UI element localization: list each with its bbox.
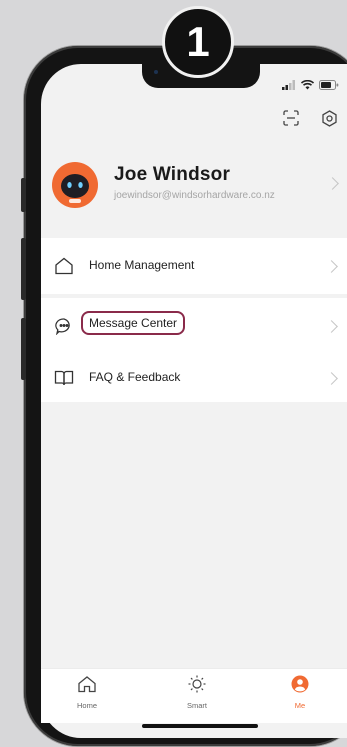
user-name: Joe Windsor bbox=[114, 164, 231, 185]
user-email: joewindsor@windsorhardware.co.nz bbox=[114, 190, 275, 201]
tab-bar: Home Smart Me bbox=[41, 668, 347, 723]
battery-icon bbox=[319, 80, 339, 90]
step-badge: 1 bbox=[162, 6, 234, 78]
menu-item-faq-feedback[interactable]: FAQ & Feedback bbox=[41, 350, 347, 406]
camera-dot bbox=[154, 70, 158, 74]
chevron-right-icon bbox=[325, 260, 338, 273]
tab-home[interactable]: Home bbox=[57, 675, 117, 710]
book-icon bbox=[54, 370, 74, 386]
home-indicator bbox=[142, 724, 258, 728]
menu-item-label: Message Center bbox=[89, 316, 178, 330]
status-bar bbox=[282, 80, 339, 90]
phone-side-button bbox=[21, 238, 26, 300]
tab-label: Home bbox=[76, 701, 97, 710]
menu-item-label: FAQ & Feedback bbox=[89, 370, 181, 384]
chevron-right-icon bbox=[325, 372, 338, 385]
tab-label: Me bbox=[294, 701, 306, 710]
chat-bubble-icon bbox=[55, 318, 70, 335]
top-toolbar bbox=[281, 108, 339, 128]
home-outline-icon bbox=[55, 257, 73, 275]
phone-side-button bbox=[21, 178, 26, 212]
menu-group: Home Management bbox=[41, 238, 347, 294]
tab-me[interactable]: Me bbox=[270, 675, 330, 710]
menu-item-message-center[interactable]: Message Center bbox=[41, 298, 347, 354]
menu-item-home-management[interactable]: Home Management bbox=[41, 238, 347, 294]
tab-smart[interactable]: Smart bbox=[167, 675, 227, 710]
wifi-icon bbox=[301, 80, 314, 90]
phone-side-button bbox=[21, 318, 26, 380]
home-icon bbox=[78, 676, 96, 693]
chevron-right-icon bbox=[325, 320, 338, 333]
menu-item-label: Home Management bbox=[89, 258, 195, 272]
person-icon bbox=[291, 675, 309, 693]
tab-label: Smart bbox=[186, 701, 207, 710]
avatar[interactable] bbox=[52, 162, 98, 208]
menu-group: Message Center FAQ & Feedback bbox=[41, 298, 347, 402]
settings-icon[interactable] bbox=[319, 108, 339, 128]
robot-avatar-icon bbox=[61, 174, 89, 203]
sun-icon bbox=[188, 675, 206, 693]
highlight-outline: Message Center bbox=[81, 311, 186, 335]
signal-icon bbox=[282, 80, 295, 90]
profile-header[interactable]: Joe Windsor joewindsor@windsorhardware.c… bbox=[52, 158, 347, 218]
scan-icon[interactable] bbox=[281, 108, 301, 128]
